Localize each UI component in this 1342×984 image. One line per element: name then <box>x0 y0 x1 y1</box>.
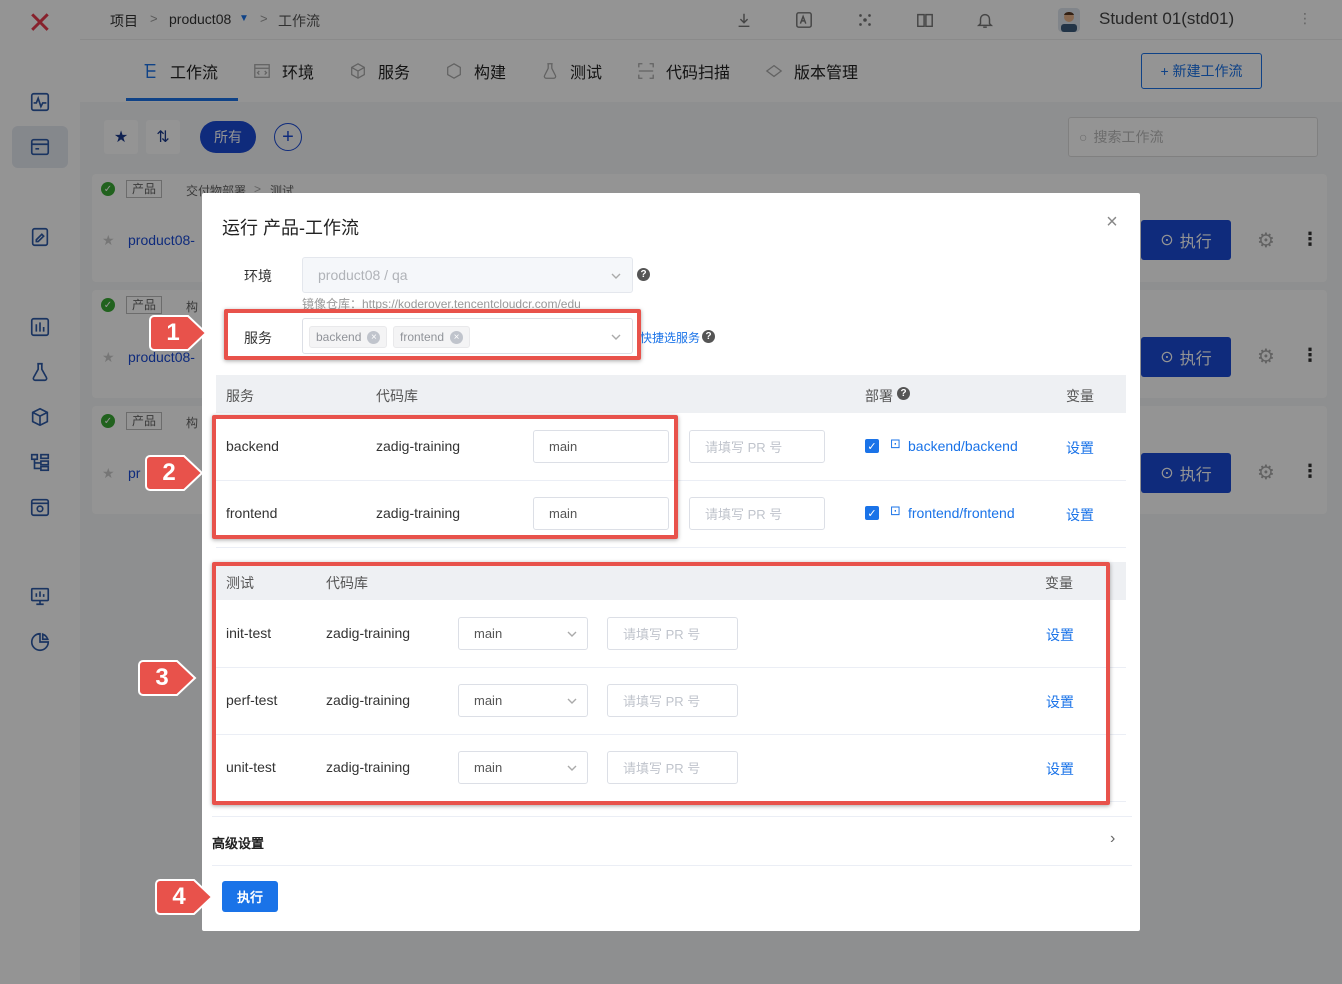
divider <box>216 547 1126 548</box>
annotation-number: 4 <box>172 883 186 910</box>
close-icon[interactable]: × <box>1102 212 1122 232</box>
pr-placeholder: 请填写 PR 号 <box>705 507 783 522</box>
deploy-checkbox[interactable]: ✓ <box>865 506 879 520</box>
help-icon[interactable]: ? <box>637 268 650 281</box>
divider <box>212 865 1132 866</box>
help-icon[interactable]: ? <box>702 330 715 343</box>
column-header: 变量 <box>1066 388 1094 404</box>
annotation-callout-3: 3 <box>137 657 199 699</box>
chevron-down-icon <box>611 273 621 279</box>
env-select[interactable]: product08 / qa <box>302 257 633 293</box>
annotation-callout-1: 1 <box>148 312 210 354</box>
column-header: 代码库 <box>376 388 418 404</box>
chevron-right-icon: › <box>1110 830 1116 847</box>
pr-placeholder: 请填写 PR 号 <box>705 440 783 455</box>
annotation-callout-2: 2 <box>144 452 206 494</box>
advanced-settings-toggle[interactable]: 高级设置 › <box>212 817 1132 865</box>
help-icon[interactable]: ? <box>897 387 910 400</box>
dialog-title: 运行 产品-工作流 <box>222 218 359 238</box>
deploy-checkbox[interactable]: ✓ <box>865 439 879 453</box>
annotation-number: 1 <box>166 319 180 346</box>
annotation-box-1 <box>224 309 641 360</box>
annotation-box-3 <box>212 562 1110 805</box>
pr-input[interactable]: 请填写 PR 号 <box>689 497 825 530</box>
env-label: 环境 <box>244 268 272 284</box>
run-button[interactable]: 执行 <box>222 881 278 912</box>
deploy-target: frontend/frontend <box>908 505 1015 521</box>
service-icon: ⊡ <box>890 503 901 518</box>
settings-link[interactable]: 设置 <box>1066 438 1094 458</box>
annotation-number: 3 <box>155 664 169 691</box>
settings-link[interactable]: 设置 <box>1066 505 1094 525</box>
annotation-callout-4: 4 <box>154 876 216 918</box>
pr-input[interactable]: 请填写 PR 号 <box>689 430 825 463</box>
env-select-value: product08 / qa <box>318 267 408 283</box>
service-icon: ⊡ <box>890 436 901 451</box>
deploy-target: backend/backend <box>908 438 1018 454</box>
quick-select-services-link[interactable]: 快捷选服务 <box>640 329 700 346</box>
column-header: 服务 <box>226 388 254 404</box>
column-header: 部署 <box>865 388 893 404</box>
advanced-settings-label: 高级设置 <box>212 836 265 851</box>
build-table-header <box>216 375 1126 413</box>
annotation-box-2 <box>212 415 678 539</box>
annotation-number: 2 <box>162 459 176 486</box>
